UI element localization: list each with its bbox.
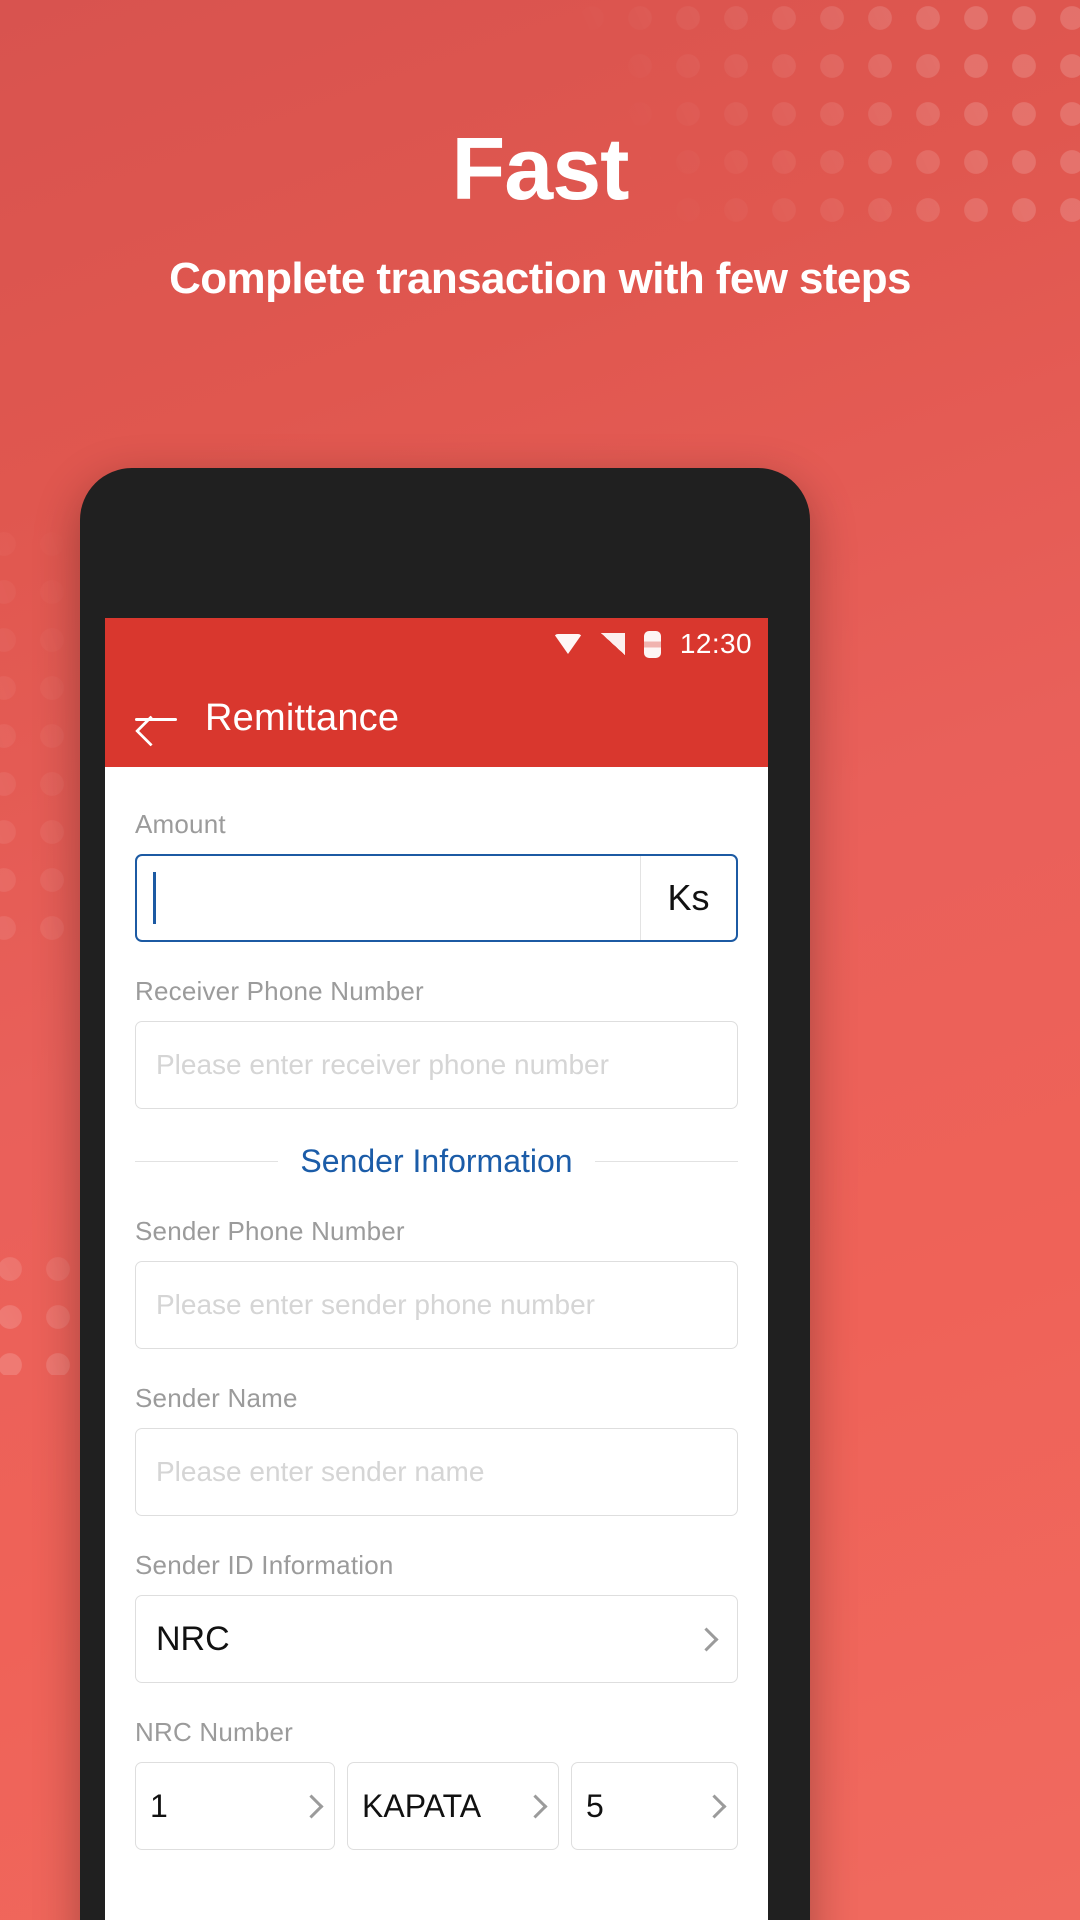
- sender-phone-label: Sender Phone Number: [135, 1216, 405, 1246]
- divider-line-right: [594, 1160, 738, 1163]
- battery-icon: [643, 630, 661, 658]
- sender-name-input[interactable]: Please enter sender name: [135, 1428, 738, 1516]
- status-bar: 12:30: [105, 618, 768, 670]
- divider-line-left: [135, 1160, 279, 1163]
- amount-label: Amount: [135, 809, 226, 839]
- amount-input[interactable]: Ks: [135, 854, 738, 942]
- nrc-type-value: 5: [586, 1787, 604, 1824]
- sender-phone-input[interactable]: Please enter sender phone number: [135, 1261, 738, 1349]
- amount-currency-label: Ks: [667, 877, 710, 918]
- receiver-phone-label: Receiver Phone Number: [135, 976, 424, 1006]
- sender-id-type-value: NRC: [156, 1619, 230, 1658]
- amount-input-inner[interactable]: [137, 856, 640, 940]
- chevron-right-icon: [523, 1793, 548, 1819]
- sender-information-title: Sender Information: [300, 1143, 573, 1179]
- chevron-right-icon: [694, 1626, 719, 1652]
- nrc-region-select[interactable]: 1: [135, 1762, 335, 1850]
- status-bar-time: 12:30: [679, 628, 752, 659]
- page-title: Remittance: [205, 697, 400, 739]
- phone-mockup-frame: 12:30 Remittance Amount Ks Receiver Phon…: [80, 468, 810, 1920]
- nrc-region-value: 1: [150, 1787, 168, 1824]
- remittance-form: Amount Ks Receiver Phone Number Please e…: [105, 767, 768, 1850]
- arrow-left-icon[interactable]: [135, 702, 177, 736]
- chevron-right-icon: [299, 1793, 324, 1819]
- sender-name-label: Sender Name: [135, 1383, 298, 1413]
- app-bar: Remittance: [105, 670, 768, 767]
- chevron-right-icon: [702, 1793, 727, 1819]
- cellular-signal-icon: [600, 633, 625, 655]
- phone-screen: 12:30 Remittance Amount Ks Receiver Phon…: [105, 618, 768, 1920]
- sender-name-field-block: Sender Name Please enter sender name: [135, 1383, 738, 1516]
- nrc-township-value: KAPATA: [362, 1787, 482, 1824]
- nrc-number-label: NRC Number: [135, 1717, 294, 1747]
- wifi-icon: [553, 634, 582, 654]
- sender-phone-field-block: Sender Phone Number Please enter sender …: [135, 1216, 738, 1349]
- promo-subheadline: Complete transaction with few steps: [169, 254, 911, 303]
- sender-id-information-field-block: Sender ID Information NRC: [135, 1550, 738, 1683]
- text-cursor-icon: [153, 872, 156, 924]
- sender-id-information-label: Sender ID Information: [135, 1550, 394, 1580]
- sender-information-divider: Sender Information: [135, 1143, 738, 1180]
- sender-id-type-select[interactable]: NRC: [135, 1595, 738, 1683]
- promo-text-block: Fast Complete transaction with few steps: [0, 0, 1080, 303]
- amount-field-block: Amount Ks: [135, 809, 738, 942]
- nrc-number-row: 1 KAPATA 5: [135, 1762, 738, 1850]
- amount-currency-suffix: Ks: [640, 856, 736, 940]
- nrc-number-field-block: NRC Number 1 KAPATA 5: [135, 1717, 738, 1850]
- nrc-township-select[interactable]: KAPATA: [347, 1762, 559, 1850]
- nrc-type-select[interactable]: 5: [571, 1762, 738, 1850]
- promo-headline: Fast: [451, 119, 630, 218]
- receiver-phone-field-block: Receiver Phone Number Please enter recei…: [135, 976, 738, 1109]
- receiver-phone-input[interactable]: Please enter receiver phone number: [135, 1021, 738, 1109]
